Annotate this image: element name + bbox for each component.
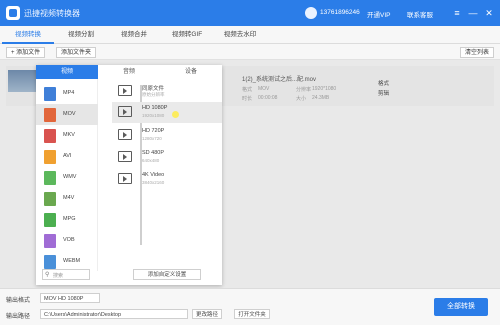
edit-clip-button[interactable]: 剪辑 — [378, 89, 389, 97]
option-title: HD 1080P — [142, 105, 168, 111]
user-phone[interactable]: 13761896246 — [320, 9, 360, 16]
format-label: MP4 — [63, 90, 75, 96]
quality-option[interactable]: 同原文件 原始分辨率 — [112, 81, 222, 102]
format-label: MKV — [63, 132, 75, 138]
app-title: 迅捷视频转换器 — [24, 9, 80, 18]
format-key: 格式 — [242, 87, 253, 93]
video-file-icon — [44, 150, 56, 164]
vip-button[interactable]: 开通VIP — [367, 9, 390, 19]
tab-remove-watermark[interactable]: 视频去水印 — [214, 26, 266, 44]
resolution-value: 1920*1080 — [312, 86, 337, 92]
title-bar: 迅捷视频转换器 13761896246 开通VIP 联系客服 ≡ — ✕ — [0, 0, 500, 26]
quality-option-list: 同原文件 原始分辨率 HD 1080P 1920x1080 HD 720P 12… — [106, 79, 222, 271]
add-custom-setting-button[interactable]: 添加自定义设置 — [133, 269, 201, 280]
search-icon: ⚲ — [45, 272, 50, 278]
format-label: WEBM — [63, 258, 81, 264]
file-name: 1(2)_系统测试之后...配.mov — [242, 77, 317, 83]
format-popup: 视频 音频 设备 MP4 MOV MKV AVI WMV M4V MPG VOB… — [36, 65, 222, 285]
format-label: WMV — [63, 174, 77, 180]
option-title: 4K Video — [142, 172, 165, 178]
format-item[interactable]: MOV — [36, 104, 98, 125]
format-label: MPG — [63, 216, 76, 222]
video-file-icon — [44, 171, 56, 185]
video-play-icon — [118, 85, 132, 96]
video-file-icon — [44, 213, 56, 227]
service-button[interactable]: 联系客服 — [407, 9, 433, 19]
bottom-bar: 输出格式 MOV HD 1080P 输出路径 C:\Users\Administ… — [0, 288, 500, 325]
tab-video-to-gif[interactable]: 视频转GIF — [161, 26, 213, 44]
popup-tab-audio[interactable]: 音频 — [98, 65, 160, 79]
toolbar: + 添加文件 添加文件夹 清空列表 — [0, 44, 500, 60]
duration-key: 时长 — [242, 96, 253, 102]
app-logo-icon — [6, 6, 20, 20]
quality-option[interactable]: HD 1080P 1920x1080 — [112, 102, 222, 123]
quality-option[interactable]: SD 480P 640x480 — [112, 147, 222, 168]
popup-tabs: 视频 音频 设备 — [36, 65, 222, 79]
format-item[interactable]: MKV — [36, 125, 98, 146]
format-label: AVI — [63, 153, 72, 159]
option-resolution: 640x480 — [142, 158, 160, 163]
mouse-cursor-highlight — [172, 111, 179, 118]
output-format-label: 输出格式 — [6, 298, 31, 304]
search-placeholder: 搜索 — [53, 273, 64, 279]
menu-icon[interactable]: ≡ — [450, 6, 464, 20]
convert-all-button[interactable]: 全部转换 — [434, 298, 488, 316]
format-item[interactable]: MPG — [36, 209, 98, 230]
format-settings-button[interactable]: 格式 — [378, 79, 389, 87]
option-resolution: 原始分辨率 — [142, 92, 165, 97]
video-thumbnail[interactable] — [8, 70, 36, 92]
format-search-input[interactable]: ⚲ 搜索 — [42, 269, 90, 280]
main-tabs: 视频转换 视频分割 视频合并 视频转GIF 视频去水印 — [0, 26, 500, 44]
format-item[interactable]: M4V — [36, 188, 98, 209]
format-list: MP4 MOV MKV AVI WMV M4V MPG VOB WEBM — [36, 79, 98, 271]
quality-option[interactable]: 4K Video 3840x2160 — [112, 169, 222, 190]
format-value: MOV — [258, 86, 270, 92]
add-folder-button[interactable]: 添加文件夹 — [56, 47, 97, 58]
output-path-label: 输出路径 — [6, 314, 31, 320]
video-file-icon — [44, 87, 56, 101]
popup-tab-device[interactable]: 设备 — [160, 65, 222, 79]
format-label: MOV — [63, 111, 76, 117]
format-item[interactable]: MP4 — [36, 83, 98, 104]
video-file-icon — [44, 255, 56, 269]
close-icon[interactable]: ✕ — [482, 6, 496, 20]
format-item[interactable]: AVI — [36, 146, 98, 167]
user-avatar[interactable] — [305, 7, 317, 19]
format-label: VOB — [63, 237, 75, 243]
size-key: 大小 — [296, 96, 307, 102]
minimize-icon[interactable]: — — [466, 6, 480, 20]
open-folder-button[interactable]: 打开文件夹 — [234, 309, 270, 319]
format-label: M4V — [63, 195, 75, 201]
quality-option[interactable]: HD 720P 1280x720 — [112, 125, 222, 146]
option-title: 同原文件 — [142, 86, 165, 92]
option-resolution: 1280x720 — [142, 136, 162, 141]
size-value: 24.3MB — [312, 95, 330, 101]
tab-video-split[interactable]: 视频分割 — [55, 26, 107, 44]
video-play-icon — [118, 129, 132, 140]
option-resolution: 3840x2160 — [142, 180, 165, 185]
video-play-icon — [118, 151, 132, 162]
resolution-key: 分辨率 — [296, 87, 312, 93]
format-item[interactable]: VOB — [36, 230, 98, 251]
video-file-icon — [44, 108, 56, 122]
video-file-icon — [44, 129, 56, 143]
output-path-field[interactable]: C:\Users\Administrator\Desktop — [40, 309, 188, 319]
clear-list-button[interactable]: 清空列表 — [459, 47, 494, 58]
video-play-icon — [118, 173, 132, 184]
option-resolution: 1920x1080 — [142, 113, 165, 118]
video-file-icon — [44, 192, 56, 206]
add-file-button[interactable]: + 添加文件 — [6, 47, 46, 58]
duration-value: 00:00:08 — [258, 95, 278, 101]
output-format-select[interactable]: MOV HD 1080P — [40, 293, 100, 303]
tab-video-merge[interactable]: 视频合并 — [108, 26, 160, 44]
popup-tab-video[interactable]: 视频 — [36, 65, 98, 79]
video-file-icon — [44, 234, 56, 248]
format-item[interactable]: WMV — [36, 167, 98, 188]
option-title: SD 480P — [142, 150, 165, 156]
video-play-icon — [118, 106, 132, 117]
option-title: HD 720P — [142, 128, 165, 134]
change-path-button[interactable]: 更改路径 — [192, 309, 222, 319]
tab-video-convert[interactable]: 视频转换 — [2, 26, 54, 44]
